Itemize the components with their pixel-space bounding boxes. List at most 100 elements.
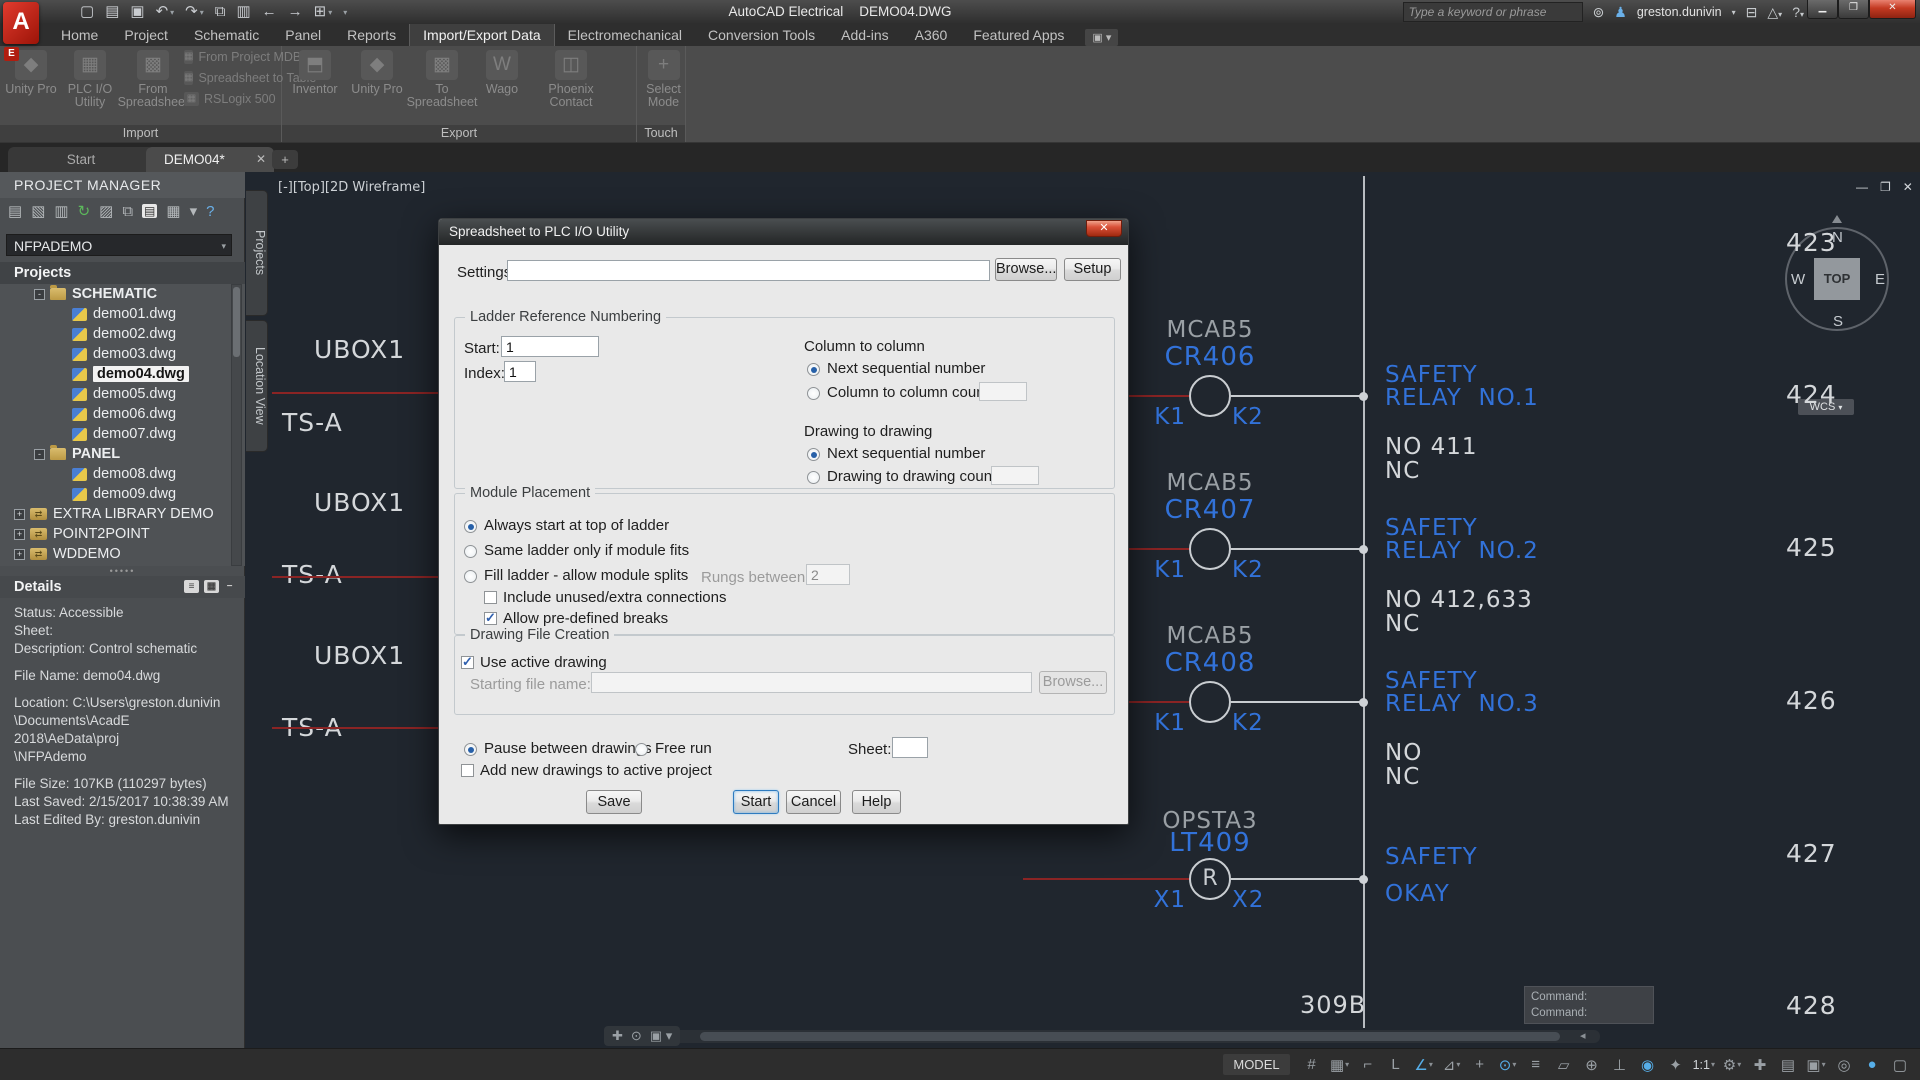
project-open-icon[interactable]: ▤: [8, 202, 22, 220]
free-run-radio[interactable]: [635, 743, 648, 756]
workspace-tool-icon[interactable]: ⊞: [314, 2, 327, 22]
save-icon[interactable]: ▣: [130, 2, 144, 22]
include-unused-checkbox[interactable]: [484, 591, 497, 604]
fill-ladder-radio[interactable]: [464, 570, 477, 583]
ribbon-button-wago[interactable]: WWago: [476, 48, 528, 96]
file-tab-start[interactable]: Start: [8, 147, 154, 172]
back-icon[interactable]: ←: [262, 2, 277, 22]
print-icon[interactable]: ⧉: [215, 2, 226, 22]
redo-icon-dropdown[interactable]: ▾: [200, 8, 204, 17]
user-dropdown-icon[interactable]: ▾: [1732, 8, 1736, 17]
details-collapse-icon[interactable]: −: [222, 580, 237, 593]
new-tab-button[interactable]: +: [272, 150, 298, 169]
undo-icon[interactable]: ↶: [156, 2, 169, 22]
ribbon-tab-reports[interactable]: Reports: [334, 24, 409, 46]
tree-item-demo02-dwg[interactable]: demo02.dwg: [0, 324, 245, 344]
grid-icon[interactable]: #: [1300, 1054, 1324, 1075]
ribbon-tab-schematic[interactable]: Schematic: [181, 24, 272, 46]
tree-item-demo01-dwg[interactable]: demo01.dwg: [0, 304, 245, 324]
forward-icon[interactable]: →: [288, 2, 303, 22]
active-project-combo[interactable]: NFPADEMO▾: [6, 234, 232, 256]
tree-item-extra-library-demo[interactable]: +⇄EXTRA LIBRARY DEMO: [0, 504, 245, 524]
copy-drawing-icon[interactable]: ⧉: [122, 203, 133, 220]
minimize-button[interactable]: ▁: [1807, 0, 1838, 19]
search-input[interactable]: [1403, 2, 1583, 22]
polar-tracking-icon[interactable]: ∠▾: [1412, 1054, 1436, 1076]
project-new-icon[interactable]: ▧: [31, 202, 45, 220]
undo-icon-dropdown[interactable]: ▾: [170, 8, 174, 17]
snap-icon[interactable]: ▦▾: [1328, 1054, 1352, 1076]
open-file-icon[interactable]: ▤: [105, 2, 119, 22]
tree-item-demo04-dwg[interactable]: demo04.dwg: [0, 364, 245, 384]
collapse-icon[interactable]: -: [34, 289, 45, 300]
drw-next-sequential-radio[interactable]: [807, 448, 820, 461]
workspace-switching-icon[interactable]: ⚙▾: [1720, 1054, 1744, 1076]
ribbon-panel-label-export[interactable]: Export: [282, 125, 636, 142]
details-doc-icon[interactable]: ≡: [184, 580, 199, 593]
tree-item-panel[interactable]: -PANEL: [0, 444, 245, 464]
predefined-breaks-checkbox[interactable]: [484, 612, 497, 625]
scrollbar-arrow-icon[interactable]: ◂: [1580, 1029, 1586, 1042]
ribbon-tab-featured-apps[interactable]: Featured Apps: [960, 24, 1077, 46]
wcs-selector[interactable]: WCS ▾: [1798, 399, 1854, 415]
tree-item-demo05-dwg[interactable]: demo05.dwg: [0, 384, 245, 404]
help-button[interactable]: Help: [852, 790, 901, 814]
pause-between-drawings-radio[interactable]: [464, 743, 477, 756]
ribbon-tab-add-ins[interactable]: Add-ins: [828, 24, 901, 46]
setup-button[interactable]: Setup: [1064, 258, 1121, 281]
selection-cycling-icon[interactable]: ⊕: [1580, 1054, 1604, 1076]
side-tab-projects[interactable]: Projects: [246, 190, 268, 316]
navigation-icon[interactable]: ▣ ▾: [650, 1028, 672, 1044]
tree-item-schematic[interactable]: -SCHEMATIC: [0, 284, 245, 304]
autoscale-icon[interactable]: ✦: [1664, 1054, 1688, 1076]
signin-username[interactable]: greston.dunivin: [1637, 5, 1722, 19]
transparency-icon[interactable]: ▱: [1552, 1054, 1576, 1076]
dialog-titlebar[interactable]: Spreadsheet to PLC I/O Utility: [439, 219, 1128, 245]
viewport-controls[interactable]: [-][Top][2D Wireframe]: [278, 180, 425, 195]
index-input[interactable]: [504, 361, 536, 382]
annotation-monitor-icon[interactable]: ✚: [1748, 1054, 1772, 1076]
doc-restore-icon[interactable]: ❐: [1880, 180, 1891, 194]
project-settings-icon[interactable]: ▥: [54, 202, 68, 220]
file-tab-demo04[interactable]: DEMO04*✕: [146, 147, 274, 172]
new-file-icon[interactable]: ▢: [80, 2, 94, 22]
tree-item-demo03-dwg[interactable]: demo03.dwg: [0, 344, 245, 364]
use-active-drawing-checkbox[interactable]: [461, 656, 474, 669]
close-button[interactable]: ✕: [1869, 0, 1916, 19]
doc-close-icon[interactable]: ✕: [1903, 180, 1913, 194]
drw-count-radio[interactable]: [807, 471, 820, 484]
object-snap-icon[interactable]: ⊙▾: [1496, 1054, 1520, 1076]
chevron-down-icon[interactable]: ▾: [221, 235, 226, 257]
start-button[interactable]: Start: [733, 790, 779, 814]
properties-icon[interactable]: ▥: [236, 2, 250, 22]
command-line[interactable]: Command:Command:: [1524, 986, 1654, 1024]
ribbon-button-rslogix-500[interactable]: ▦RSLogix 500: [184, 92, 280, 106]
compass-top-face[interactable]: TOP: [1814, 258, 1860, 300]
tree-item-point2point[interactable]: +⇄POINT2POINT: [0, 524, 245, 544]
ribbon-button-inventor[interactable]: ⬒Inventor: [284, 48, 346, 96]
isodraft-icon[interactable]: ⊿▾: [1440, 1054, 1464, 1076]
expand-icon[interactable]: +: [14, 509, 25, 520]
ribbon-panel-label-touch[interactable]: Touch: [637, 125, 685, 142]
autocad-logo[interactable]: A: [3, 2, 39, 44]
quick-properties-icon[interactable]: ▤: [1776, 1054, 1800, 1076]
tree-item-demo09-dwg[interactable]: demo09.dwg: [0, 484, 245, 504]
ribbon-tab-project[interactable]: Project: [111, 24, 181, 46]
ribbon-panel-label-import[interactable]: Import: [0, 125, 281, 142]
tab-close-icon[interactable]: ✕: [256, 147, 266, 172]
doc-minimize-icon[interactable]: —: [1856, 180, 1868, 194]
help-icon[interactable]: ?▾: [1792, 4, 1804, 20]
annotation-visibility-icon[interactable]: ◉: [1636, 1054, 1660, 1076]
a360-icon[interactable]: △▾: [1767, 4, 1782, 21]
pan-icon[interactable]: ✚: [612, 1028, 623, 1044]
col-count-radio[interactable]: [807, 387, 820, 400]
compass-w[interactable]: W: [1791, 271, 1805, 288]
help-icon[interactable]: ?: [206, 203, 214, 220]
ribbon-tab-electromechanical[interactable]: Electromechanical: [555, 24, 695, 46]
settings-browse-button[interactable]: Browse...: [995, 258, 1057, 281]
ribbon-button-phoenix-contact[interactable]: ◫Phoenix Contact: [528, 48, 614, 109]
search-binoculars-icon[interactable]: ⊚: [1593, 4, 1605, 21]
tree-scrollbar[interactable]: [231, 284, 242, 566]
ribbon-button-select-mode[interactable]: +Select Mode: [639, 48, 688, 109]
tree-item-wddemo[interactable]: +⇄WDDEMO: [0, 544, 245, 564]
